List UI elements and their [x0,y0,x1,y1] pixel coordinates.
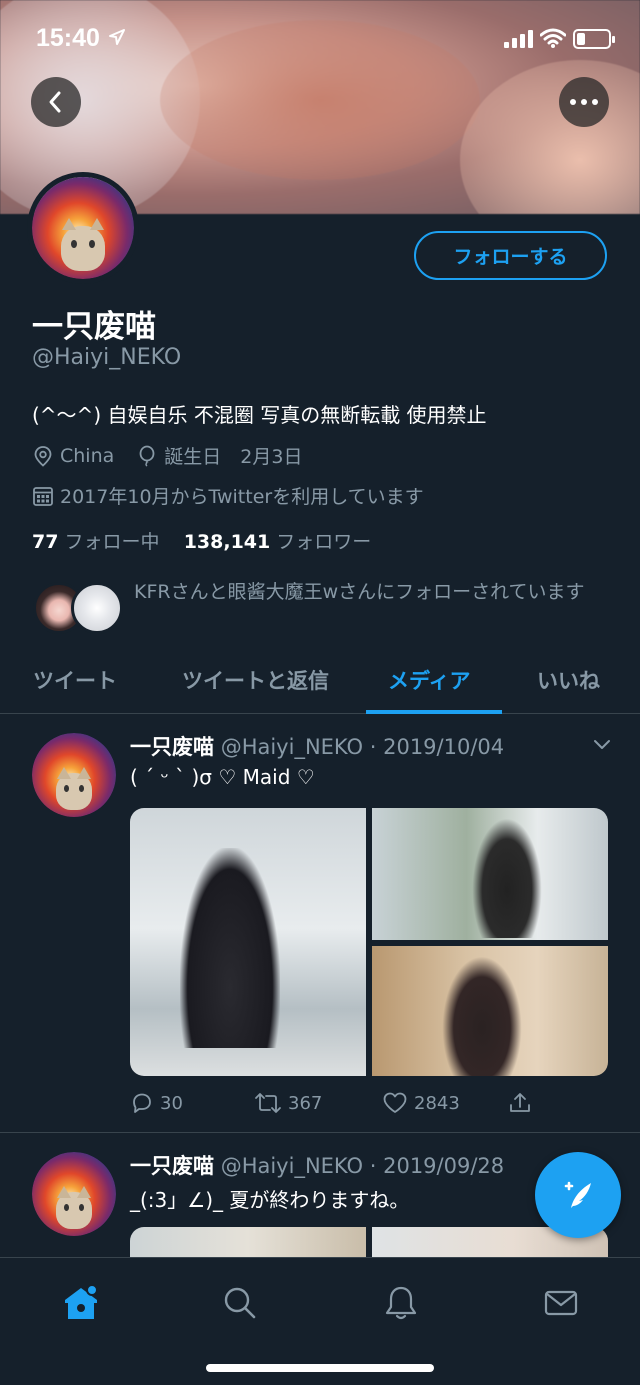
more-button[interactable] [559,77,609,127]
tweet-media-grid [130,1227,608,1259]
nav-notifications[interactable] [376,1278,426,1328]
tweet-handle-date: @Haiyi_NEKO · 2019/09/28 [220,1154,505,1178]
share-button[interactable] [508,1091,532,1115]
like-heart-icon [383,1092,407,1113]
retweet-button[interactable]: 367 [254,1091,322,1115]
reply-count: 30 [160,1092,183,1114]
tweet-photo[interactable] [130,808,366,1076]
status-time: 15:40 [36,24,100,52]
followers-count[interactable]: 138,141 [184,531,271,553]
avatar[interactable] [32,1152,116,1236]
home-icon [65,1284,98,1319]
more-icon [570,99,598,105]
compose-tweet-button[interactable] [535,1152,621,1238]
tab-media[interactable]: メディア [388,665,471,695]
tweet-photo[interactable] [130,1227,366,1259]
nav-search[interactable] [215,1278,265,1328]
like-count: 2843 [414,1092,460,1114]
followed-by-avatars[interactable] [33,582,123,634]
tweet-author-name: 一只废喵 [130,1154,214,1178]
nav-home[interactable] [56,1278,106,1328]
chevron-down-icon[interactable] [592,737,612,751]
follow-counts: 77 フォロー中 138,141 フォロワー [32,527,371,554]
like-button[interactable]: 2843 [382,1091,460,1115]
back-arrow-icon [49,91,61,113]
tweet-photo[interactable] [372,946,608,1076]
status-bar: 15:40 [0,0,640,80]
tweet-photo[interactable] [372,808,608,940]
battery-icon [573,29,615,49]
nav-messages[interactable] [536,1278,586,1328]
profile-birthday: 誕生日 2月3日 [164,446,303,468]
following-label[interactable]: フォロー中 [65,531,160,553]
tab-tweets[interactable]: ツイート [33,665,117,695]
search-icon [224,1287,256,1319]
active-tab-indicator [366,710,502,714]
profile-joined: 2017年10月からTwitterを利用しています [60,486,424,508]
tweet[interactable]: 一只废喵 @Haiyi_NEKO · 2019/10/04 ( ´ ᵕ ` )σ… [0,715,640,1133]
calendar-icon [33,486,53,506]
tweet-author-name: 一只废喵 [130,735,214,759]
follow-button[interactable]: フォローする [414,231,607,280]
followed-by-text[interactable]: KFRさんと眼酱大魔王wさんにフォローされています [134,578,614,606]
tweet-text: _(:3」∠)_ 夏が終わりますね。 [130,1188,410,1212]
reply-icon [133,1093,151,1113]
profile-tabs: ツイート ツイートと返信 メディア いいね [0,650,640,714]
messages-envelope-icon [544,1290,578,1316]
profile-name: 一只废喵 [32,309,156,345]
wifi-icon [540,28,566,48]
retweet-icon [255,1093,281,1113]
profile-location: China [60,444,115,467]
profile-handle: @Haiyi_NEKO [32,345,182,370]
tweet-actions: 30 367 2843 [130,1091,600,1121]
notifications-bell-icon [385,1286,417,1320]
retweet-count: 367 [288,1092,323,1114]
followers-label[interactable]: フォロワー [276,531,371,553]
share-icon [510,1093,530,1112]
tweet-header: 一只废喵 @Haiyi_NEKO · 2019/10/04 [130,731,504,761]
profile-avatar[interactable] [27,172,139,284]
back-button[interactable] [31,77,81,127]
tweet-handle-date: @Haiyi_NEKO · 2019/10/04 [220,735,505,759]
following-count[interactable]: 77 [32,531,58,553]
birthday-balloon-icon [139,445,155,467]
compose-icon [564,1181,591,1208]
tab-tweets-replies[interactable]: ツイートと返信 [182,665,329,695]
tweet-header: 一只废喵 @Haiyi_NEKO · 2019/09/28 [130,1150,504,1180]
avatar [71,582,123,634]
profile-bio: (^〜^) 自娱自乐 不混圈 写真の無断転載 使用禁止 [32,403,487,427]
cellular-signal-icon [504,30,533,48]
home-indicator[interactable] [206,1364,434,1372]
location-icon [34,445,52,467]
tweet-text: ( ´ ᵕ ` )σ ♡ Maid ♡ [130,765,315,789]
tab-likes[interactable]: いいね [537,665,600,695]
reply-button[interactable]: 30 [130,1091,183,1115]
tweet-media-grid [130,808,608,1076]
avatar[interactable] [32,733,116,817]
profile-meta-row: China 誕生日 2月3日 [32,442,302,469]
location-services-icon [109,29,125,45]
profile-joined-row: 2017年10月からTwitterを利用しています [32,482,424,509]
